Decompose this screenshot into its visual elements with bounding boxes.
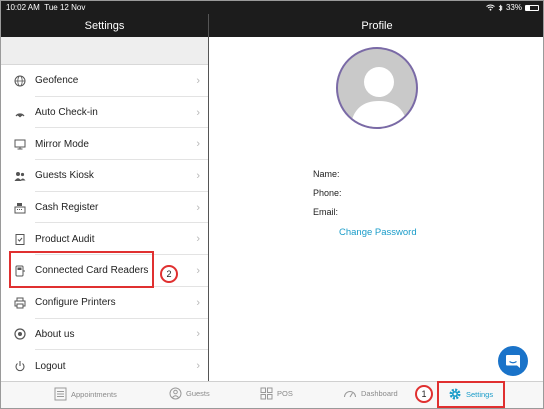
- avatar[interactable]: [336, 47, 418, 129]
- phone-label: Phone:: [313, 188, 342, 198]
- status-right: 33%: [486, 3, 539, 12]
- guests-icon: [169, 387, 182, 400]
- monitor-icon: [12, 136, 28, 152]
- chevron-right-icon: ›: [196, 328, 200, 341]
- printer-icon: [12, 295, 28, 311]
- calendar-list-icon: [54, 387, 67, 401]
- chat-button[interactable]: [498, 346, 528, 376]
- status-bar: 10:02 AM Tue 12 Nov 33%: [1, 1, 543, 14]
- step-1-number: 1: [421, 389, 427, 399]
- settings-panel: Geofence › Auto Check-in › Mirror Mode ›…: [1, 37, 208, 381]
- settings-item-label: Mirror Mode: [35, 138, 89, 150]
- settings-item-label: Cash Register: [35, 202, 99, 214]
- info-icon: [12, 326, 28, 342]
- globe-icon: [12, 73, 28, 89]
- chevron-right-icon: ›: [196, 169, 200, 182]
- tab-pos[interactable]: POS: [260, 387, 293, 400]
- signal-icon: [12, 105, 28, 121]
- profile-panel: Name: Phone: Email: Change Password: [209, 37, 543, 381]
- settings-item-configure-printers[interactable]: Configure Printers ›: [1, 287, 208, 319]
- chevron-right-icon: ›: [196, 201, 200, 214]
- highlight-settings-tab: [437, 381, 505, 408]
- settings-item-label: Auto Check-in: [35, 107, 98, 119]
- settings-item-cash-register[interactable]: Cash Register ›: [1, 192, 208, 224]
- tab-dashboard[interactable]: Dashboard: [343, 387, 398, 399]
- tab-appointments[interactable]: Appointments: [54, 387, 117, 401]
- person-silhouette-icon: [350, 67, 408, 127]
- register-icon: [12, 200, 28, 216]
- profile-title: Profile: [361, 19, 393, 32]
- step-1-badge: 1: [415, 385, 433, 403]
- battery-icon: [525, 4, 539, 11]
- name-label: Name:: [313, 169, 340, 179]
- chevron-right-icon: ›: [196, 74, 200, 87]
- chevron-right-icon: ›: [196, 264, 200, 277]
- settings-item-auto-check-in[interactable]: Auto Check-in ›: [1, 97, 208, 129]
- chat-icon: [506, 354, 520, 368]
- settings-item-label: Product Audit: [35, 233, 95, 245]
- settings-item-label: Geofence: [35, 75, 79, 87]
- settings-item-label: Guests Kiosk: [35, 170, 94, 182]
- settings-item-mirror-mode[interactable]: Mirror Mode ›: [1, 128, 208, 161]
- tab-label: Appointments: [71, 389, 117, 399]
- settings-header: Settings: [1, 14, 208, 37]
- settings-item-about-us[interactable]: About us ›: [1, 319, 208, 351]
- grid-icon: [260, 387, 273, 400]
- change-password-link[interactable]: Change Password: [339, 227, 417, 238]
- wifi-icon: [486, 4, 495, 11]
- settings-title: Settings: [84, 19, 125, 32]
- bluetooth-icon: [498, 4, 503, 11]
- tab-label: Guests: [186, 389, 210, 398]
- tab-label: Dashboard: [361, 388, 398, 398]
- settings-item-logout[interactable]: Logout ›: [1, 350, 208, 382]
- step-2-number: 2: [166, 269, 172, 279]
- profile-header: Profile: [209, 14, 543, 37]
- chevron-right-icon: ›: [196, 360, 200, 373]
- highlight-connected-card-readers: [9, 251, 154, 288]
- clipboard-check-icon: [12, 231, 28, 247]
- step-2-badge: 2: [160, 265, 178, 283]
- chevron-right-icon: ›: [196, 106, 200, 119]
- users-icon: [12, 168, 28, 184]
- settings-item-geofence[interactable]: Geofence ›: [1, 65, 208, 97]
- chevron-right-icon: ›: [196, 138, 200, 151]
- tab-label: POS: [277, 389, 293, 398]
- settings-item-label: Logout: [35, 360, 66, 372]
- gauge-icon: [344, 391, 356, 398]
- settings-item-label: Configure Printers: [35, 297, 116, 309]
- chevron-right-icon: ›: [196, 296, 200, 309]
- email-label: Email:: [313, 207, 339, 217]
- battery-percent: 33%: [505, 3, 522, 12]
- tab-guests[interactable]: Guests: [169, 387, 210, 400]
- settings-item-label: About us: [35, 328, 75, 340]
- status-time: 10:02 AM Tue 12 Nov: [6, 3, 86, 12]
- chevron-right-icon: ›: [196, 233, 200, 246]
- app-window: 10:02 AM Tue 12 Nov 33% Settings Profile…: [0, 0, 544, 409]
- settings-item-guests-kiosk[interactable]: Guests Kiosk ›: [1, 160, 208, 192]
- settings-list-top-spacer: [1, 37, 208, 65]
- power-icon: [12, 358, 28, 374]
